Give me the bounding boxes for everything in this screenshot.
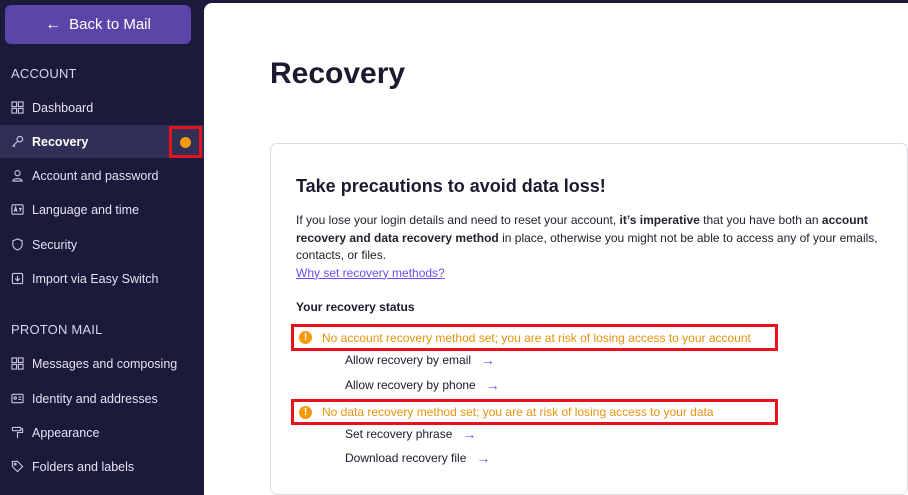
allow-recovery-by-phone-button[interactable]: Allow recovery by phone → xyxy=(345,377,500,393)
description-text: If you lose your login details and need … xyxy=(296,213,620,227)
page-title: Recovery xyxy=(270,57,406,90)
sidebar-item-label: Appearance xyxy=(32,425,100,440)
sidebar-item-account-and-password[interactable]: Account and password xyxy=(0,159,204,192)
recovery-status-heading: Your recovery status xyxy=(296,300,415,314)
action-label: Set recovery phrase xyxy=(345,427,453,441)
sidebar-item-label: Recovery xyxy=(32,134,89,149)
sidebar-item-import-via-easy-switch[interactable]: Import via Easy Switch xyxy=(0,262,204,295)
sidebar-item-dashboard[interactable]: Dashboard xyxy=(0,91,204,124)
description-emphasis: it’s imperative xyxy=(619,213,700,227)
paint-roller-icon xyxy=(11,426,24,439)
card-title: Take precautions to avoid data loss! xyxy=(296,176,606,196)
warning-text: No account recovery method set; you are … xyxy=(322,330,751,345)
tag-icon xyxy=(11,460,24,473)
arrow-right-icon: → xyxy=(476,450,491,466)
description-text: that you have both an xyxy=(699,213,822,227)
sidebar-item-label: Account and password xyxy=(32,168,159,183)
sidebar-item-folders-and-labels[interactable]: Folders and labels xyxy=(0,450,204,483)
action-label: Allow recovery by email xyxy=(345,353,472,367)
warning-text: No data recovery method set; you are at … xyxy=(322,405,714,419)
allow-recovery-by-email-button[interactable]: Allow recovery by email → xyxy=(345,352,495,368)
data-recovery-warning: ! No data recovery method set; you are a… xyxy=(291,399,778,425)
sidebar-item-security[interactable]: Security xyxy=(0,228,204,261)
arrow-left-icon: ← xyxy=(45,15,62,33)
arrow-right-icon: → xyxy=(481,352,496,368)
sidebar-item-label: Folders and labels xyxy=(32,459,135,474)
sidebar-item-messages-and-composing[interactable]: Messages and composing xyxy=(0,347,204,380)
action-label: Download recovery file xyxy=(345,451,467,465)
import-icon xyxy=(11,272,24,285)
language-icon xyxy=(11,203,24,216)
sidebar-item-label: Import via Easy Switch xyxy=(32,271,159,286)
warning-icon: ! xyxy=(299,405,312,419)
download-recovery-file-button[interactable]: Download recovery file → xyxy=(345,450,490,466)
id-card-icon xyxy=(11,392,24,405)
back-to-mail-label: Back to Mail xyxy=(69,16,151,33)
arrow-right-icon: → xyxy=(462,426,477,442)
sidebar-item-label: Security xyxy=(32,237,78,252)
key-icon xyxy=(11,135,24,148)
arrow-right-icon: → xyxy=(485,377,500,393)
action-label: Allow recovery by phone xyxy=(345,378,476,392)
dashboard-icon xyxy=(11,101,24,114)
warning-icon: ! xyxy=(299,331,312,344)
grid-icon xyxy=(11,357,24,370)
sidebar-item-label: Dashboard xyxy=(32,100,94,115)
recovery-notification-highlight xyxy=(169,126,202,158)
sidebar-item-label: Language and time xyxy=(32,202,140,217)
sidebar-item-label: Messages and composing xyxy=(32,356,178,371)
section-title-account: ACCOUNT xyxy=(11,66,77,81)
why-set-recovery-methods-link[interactable]: Why set recovery methods? xyxy=(296,266,445,280)
main-content: Recovery Take precautions to avoid data … xyxy=(204,3,908,495)
section-title-proton-mail: PROTON MAIL xyxy=(11,322,103,337)
sidebar-item-identity-and-addresses[interactable]: Identity and addresses xyxy=(0,382,204,415)
account-recovery-warning: ! No account recovery method set; you ar… xyxy=(291,324,778,351)
shield-icon xyxy=(11,238,24,251)
card-description: If you lose your login details and need … xyxy=(296,212,896,282)
notification-dot-icon xyxy=(180,136,191,148)
set-recovery-phrase-button[interactable]: Set recovery phrase → xyxy=(345,426,476,442)
sidebar-item-appearance[interactable]: Appearance xyxy=(0,416,204,449)
user-icon xyxy=(11,169,24,182)
back-to-mail-button[interactable]: ← Back to Mail xyxy=(5,5,191,44)
sidebar-item-label: Identity and addresses xyxy=(32,391,158,406)
sidebar: ← Back to Mail ACCOUNT Dashboard Recover… xyxy=(0,0,204,495)
recovery-card: Take precautions to avoid data loss! If … xyxy=(270,143,908,495)
sidebar-item-language-and-time[interactable]: Language and time xyxy=(0,193,204,226)
